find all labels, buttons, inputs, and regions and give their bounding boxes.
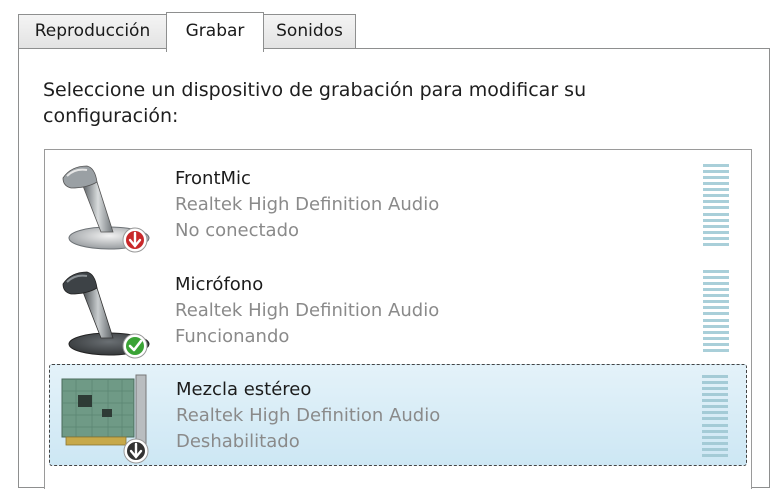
microphone-icon bbox=[57, 264, 153, 360]
tab-recording[interactable]: Grabar bbox=[166, 12, 264, 52]
instruction-text: Seleccione un dispositivo de grabación p… bbox=[43, 79, 587, 127]
device-item-microfono[interactable]: Micrófono Realtek High Definition Audio … bbox=[49, 260, 747, 362]
level-meter bbox=[703, 270, 729, 352]
tab-playback[interactable]: Reproducción bbox=[18, 14, 166, 49]
device-status: Deshabilitado bbox=[176, 431, 300, 452]
device-driver: Realtek High Definition Audio bbox=[175, 194, 440, 215]
recording-panel: Seleccione un dispositivo de grabación p… bbox=[18, 48, 770, 489]
device-item-frontmic[interactable]: FrontMic Realtek High Definition Audio N… bbox=[49, 154, 747, 256]
level-meter bbox=[702, 375, 728, 457]
device-status: Funcionando bbox=[175, 326, 290, 347]
device-item-mezcla-estereo[interactable]: Mezcla estéreo Realtek High Definition A… bbox=[49, 364, 747, 466]
device-status: No conectado bbox=[175, 220, 300, 241]
microphone-icon bbox=[57, 158, 153, 254]
device-driver: Realtek High Definition Audio bbox=[175, 300, 440, 321]
sound-card-icon bbox=[58, 369, 154, 465]
level-meter bbox=[703, 164, 729, 246]
sound-dialog: Reproducción Grabar Sonidos Seleccione u… bbox=[0, 0, 781, 489]
device-name: FrontMic bbox=[175, 168, 251, 189]
tab-sounds[interactable]: Sonidos bbox=[264, 14, 356, 49]
device-driver: Realtek High Definition Audio bbox=[176, 405, 441, 426]
device-name: Mezcla estéreo bbox=[176, 379, 312, 400]
device-name: Micrófono bbox=[175, 274, 264, 295]
device-list[interactable]: FrontMic Realtek High Definition Audio N… bbox=[44, 149, 752, 489]
